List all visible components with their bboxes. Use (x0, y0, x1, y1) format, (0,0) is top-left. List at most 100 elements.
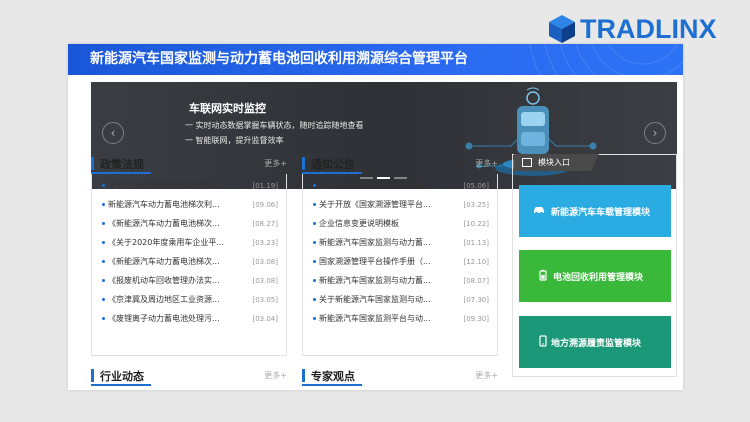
item-date: [01.19] (252, 182, 278, 190)
experts-section-header: 专家观点 更多+ (302, 368, 498, 386)
item-date: [03.08] (252, 277, 278, 285)
item-title[interactable]: 关于新能源汽车国家监测与动... (319, 294, 431, 306)
item-title[interactable]: 企业信息变更说明模板 (319, 218, 399, 230)
item-date: [09.30] (463, 315, 489, 323)
experts-title[interactable]: 专家观点 (311, 368, 355, 384)
item-title[interactable]: 《京津冀及周边地区工业资源... (108, 294, 220, 306)
item-title[interactable]: 关于开放《国家溯源管理平台... (319, 199, 431, 211)
item-title[interactable]: 《关于2020年度乘用车企业平... (108, 237, 224, 249)
item-date: [01.13] (463, 239, 489, 247)
policy-title[interactable]: 政策法规 (100, 156, 144, 172)
list-item[interactable]: 《报废机动车回收管理办法实... [03.08] (92, 275, 286, 287)
item-date: [09.06] (252, 201, 278, 209)
bullet-icon (102, 203, 105, 206)
car-icon (534, 207, 544, 215)
item-date: [05.06] (463, 182, 489, 190)
bullet-icon (313, 203, 316, 206)
policy-more-link[interactable]: 更多+ (264, 158, 287, 169)
section-marker (302, 157, 305, 170)
bullet-icon (313, 298, 316, 301)
site-header: 新能源汽车国家监测与动力蓄电池回收利用溯源综合管理平台 (68, 44, 683, 75)
policy-section-header: 政策法规 更多+ (91, 156, 287, 174)
industry-title[interactable]: 行业动态 (100, 368, 144, 384)
bullet-icon (102, 279, 105, 282)
cube-logo-icon (549, 15, 575, 43)
list-item[interactable]: 关于新能源汽车国家监测与动... [07.30] (303, 294, 497, 306)
banner-line-1: 一 实时动态数据掌握车辆状态，随时追踪随地查看 (185, 121, 364, 130)
section-underline (91, 384, 151, 386)
item-title[interactable]: 《新能源汽车动力蓄电池梯次... (108, 256, 220, 268)
list-item[interactable]: 新能源汽车动力蓄电池梯次利... [09.06] (92, 199, 286, 211)
item-title[interactable]: 《报废机动车回收管理办法实... (108, 275, 220, 287)
bullet-icon (313, 184, 316, 187)
list-item[interactable]: 《关于2020年度乘用车企业平... [03.23] (92, 237, 286, 249)
item-title[interactable]: 新能源汽车国家监测平台与动... (319, 313, 431, 325)
industry-section-header: 行业动态 更多+ (91, 368, 287, 386)
list-item[interactable]: 新能源汽车国家监测与动力蓄... [01.13] (303, 237, 497, 249)
item-date: [03.05] (252, 296, 278, 304)
item-date: [03.23] (252, 239, 278, 247)
list-item[interactable]: 新能源汽车国家监测平台与动... [09.30] (303, 313, 497, 325)
item-date: [08.27] (252, 220, 278, 228)
list-item[interactable]: 《京津冀及周边地区工业资源... [03.05] (92, 294, 286, 306)
item-date: [07.30] (463, 296, 489, 304)
vehicle-module-label[interactable]: 新能源汽车车载管理模块 (551, 205, 650, 218)
list-item[interactable]: 《新能源汽车动力蓄电池梯次... [08.27] (92, 218, 286, 230)
policy-list: 关于完善资源综合利用增值税... [01.19] 新能源汽车动力蓄电池梯次利...… (91, 174, 287, 356)
industry-more-link[interactable]: 更多+ (264, 370, 287, 381)
portal-screen: 新能源汽车国家监测与动力蓄电池回收利用溯源综合管理平台 ‹ › 车联网实时监控 … (68, 44, 683, 390)
notice-more-link[interactable]: 更多+ (475, 158, 498, 169)
list-item[interactable]: 《新能源汽车动力蓄电池梯次... [03.08] (92, 256, 286, 268)
bullet-icon (313, 260, 316, 263)
supervision-module-button[interactable]: 地方溯源履责监管模块 (519, 316, 671, 368)
experts-more-link[interactable]: 更多+ (475, 370, 498, 381)
vehicle-module-button[interactable]: 新能源汽车车载管理模块 (519, 185, 671, 237)
item-title[interactable]: 关于完善资源综合利用增值税... (108, 180, 220, 192)
page-title: 新能源汽车国家监测与动力蓄电池回收利用溯源综合管理平台 (90, 51, 468, 67)
bullet-icon (102, 298, 105, 301)
bullet-icon (313, 222, 316, 225)
section-underline (302, 384, 362, 386)
chevron-right-icon[interactable]: › (644, 122, 666, 144)
brand-logo: TRADLINX (548, 13, 717, 45)
item-date: [12.10] (463, 258, 489, 266)
notice-title[interactable]: 通知公告 (311, 156, 355, 172)
item-title[interactable]: 新能源汽车动力蓄电池梯次利... (108, 199, 220, 211)
notice-section-header: 通知公告 更多+ (302, 156, 498, 174)
list-item[interactable]: 关于完善资源综合利用增值税... [01.19] (92, 180, 286, 192)
list-item[interactable]: 企业信息变更说明模板 [10.22] (303, 218, 497, 230)
module-entry-tab: 模块入口 (514, 154, 599, 171)
list-item[interactable]: 国家溯源管理平台操作手册（... [12.10] (303, 256, 497, 268)
item-title[interactable]: 新能源汽车国家监测与动力蓄... (319, 180, 431, 192)
item-date: [08.07] (463, 277, 489, 285)
phone-icon (539, 335, 547, 347)
item-title[interactable]: 新能源汽车国家监测与动力蓄... (319, 237, 431, 249)
bullet-icon (313, 241, 316, 244)
battery-icon (539, 269, 547, 281)
bullet-icon (313, 317, 316, 320)
notice-list: 新能源汽车国家监测与动力蓄... [05.06] 关于开放《国家溯源管理平台...… (302, 174, 498, 356)
item-date: [10.22] (463, 220, 489, 228)
section-marker (302, 369, 305, 382)
item-title[interactable]: 《新能源汽车动力蓄电池梯次... (108, 218, 220, 230)
item-title[interactable]: 《废锂离子动力蓄电池处理污... (108, 313, 220, 325)
brand-name: TRADLINX (580, 13, 717, 44)
item-title[interactable]: 新能源汽车国家监测与动力蓄... (319, 275, 431, 287)
supervision-module-label[interactable]: 地方溯源履责监管模块 (551, 336, 641, 349)
list-item[interactable]: 《废锂离子动力蓄电池处理污... [03.04] (92, 313, 286, 325)
list-item[interactable]: 新能源汽车国家监测与动力蓄... [05.06] (303, 180, 497, 192)
list-item[interactable]: 新能源汽车国家监测与动力蓄... [08.07] (303, 275, 497, 287)
section-marker (91, 369, 94, 382)
bullet-icon (102, 317, 105, 320)
item-title[interactable]: 国家溯源管理平台操作手册（... (319, 256, 431, 268)
bullet-icon (313, 279, 316, 282)
bullet-icon (102, 260, 105, 263)
chevron-left-icon[interactable]: ‹ (102, 122, 124, 144)
section-marker (91, 157, 94, 170)
battery-module-label[interactable]: 电池回收利用管理模块 (553, 270, 643, 283)
bullet-icon (102, 184, 105, 187)
module-entry-label: 模块入口 (538, 158, 570, 167)
battery-module-button[interactable]: 电池回收利用管理模块 (519, 250, 671, 302)
item-date: [03.25] (463, 201, 489, 209)
list-item[interactable]: 关于开放《国家溯源管理平台... [03.25] (303, 199, 497, 211)
